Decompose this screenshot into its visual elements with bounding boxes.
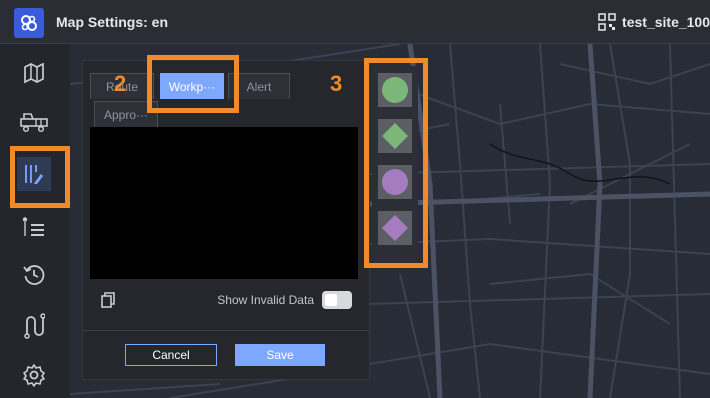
tab-approach-label: Appro··· (103, 107, 148, 122)
qr-code-icon (598, 13, 616, 31)
annotation-box-tab (147, 55, 239, 113)
route-icon (24, 313, 45, 339)
sidebar-item-routes[interactable] (17, 309, 51, 343)
sidebar-item-map[interactable] (17, 56, 51, 90)
tab-alert-label: Alert (246, 79, 272, 94)
settings-panel (90, 127, 358, 279)
toggle-knob (325, 294, 337, 306)
sidebar-item-vehicles[interactable] (17, 105, 51, 139)
copy-icon[interactable] (100, 291, 116, 314)
list-icon (22, 217, 44, 236)
annotation-number-2: 2 (114, 71, 127, 96)
site-name: test_site_100 (622, 14, 710, 30)
page-title: Map Settings: en (56, 14, 169, 30)
app-logo-icon[interactable] (14, 8, 44, 38)
show-invalid-label: Show Invalid Data (217, 293, 314, 307)
show-invalid-toggle[interactable] (322, 291, 352, 309)
top-bar: Map Settings: en test_site_100 (0, 0, 710, 44)
app-window: Map Settings: en test_site_100 Route Wor… (0, 0, 710, 398)
sidebar-item-settings[interactable] (17, 358, 51, 392)
annotation-number-3: 3 (330, 71, 343, 96)
map-icon (24, 62, 44, 84)
history-icon (23, 265, 45, 285)
save-button[interactable]: Save (235, 344, 325, 366)
annotation-box-sidebar (10, 146, 70, 208)
site-selector[interactable]: test_site_100 (598, 13, 710, 31)
annotation-box-palette (364, 58, 428, 268)
truck-icon (20, 113, 48, 133)
sidebar-item-list[interactable] (17, 211, 51, 245)
panel-footer: Show Invalid Data (92, 282, 358, 318)
gear-icon (23, 364, 45, 387)
dialog-divider (82, 330, 370, 331)
sidebar-item-history[interactable] (17, 258, 51, 292)
cancel-button[interactable]: Cancel (125, 344, 217, 366)
